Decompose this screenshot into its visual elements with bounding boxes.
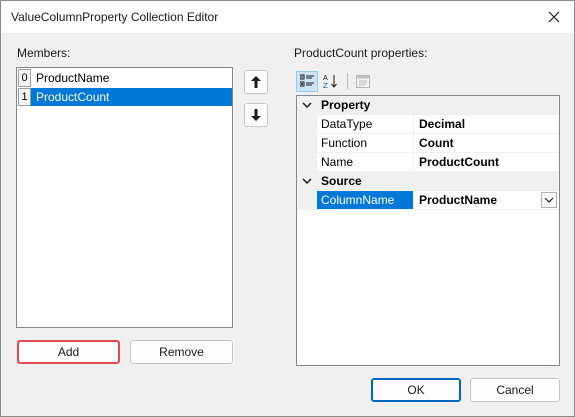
property-row-columnname[interactable]: ColumnName ProductName <box>297 191 559 210</box>
sort-alphabetical-icon: A Z <box>323 74 337 89</box>
svg-text:A: A <box>323 74 328 82</box>
arrow-up-icon <box>251 76 261 88</box>
category-label: Source <box>321 174 362 188</box>
property-value[interactable]: ProductCount <box>415 153 559 172</box>
property-name: Function <box>317 134 414 153</box>
close-button[interactable] <box>540 3 568 31</box>
value-dropdown-button[interactable] <box>541 192 557 208</box>
property-pages-button[interactable] <box>352 71 374 92</box>
ok-button[interactable]: OK <box>371 378 461 402</box>
property-row-datatype[interactable]: DataType Decimal <box>297 115 559 134</box>
category-row-source[interactable]: Source <box>297 172 559 191</box>
property-value[interactable]: Decimal <box>415 115 559 134</box>
row-gutter <box>297 115 317 134</box>
property-grid-toolbar: A Z <box>296 70 376 92</box>
list-item-index: 1 <box>18 88 31 106</box>
property-value[interactable]: ProductName <box>415 191 559 210</box>
arrow-down-icon <box>251 109 261 121</box>
row-gutter <box>297 134 317 153</box>
remove-button[interactable]: Remove <box>130 340 233 364</box>
chevron-down-icon[interactable] <box>301 175 313 187</box>
property-grid[interactable]: Property DataType Decimal Function Count… <box>296 95 560 366</box>
property-name: ColumnName <box>317 191 414 210</box>
categorized-icon <box>300 74 314 87</box>
list-item[interactable]: 0 ProductName <box>18 69 232 87</box>
chevron-down-icon <box>544 197 554 203</box>
categorized-button[interactable] <box>296 70 318 92</box>
move-down-button[interactable] <box>244 103 268 127</box>
title-bar: ValueColumnProperty Collection Editor <box>1 1 574 33</box>
property-row-function[interactable]: Function Count <box>297 134 559 153</box>
collection-editor-dialog: ValueColumnProperty Collection Editor Me… <box>0 0 575 417</box>
window-title: ValueColumnProperty Collection Editor <box>11 10 219 24</box>
category-label: Property <box>321 98 371 112</box>
svg-text:Z: Z <box>323 82 328 89</box>
chevron-down-icon[interactable] <box>301 99 313 111</box>
category-row-property[interactable]: Property <box>297 96 559 115</box>
cancel-button[interactable]: Cancel <box>470 378 560 402</box>
move-up-button[interactable] <box>244 70 268 94</box>
property-name: Name <box>317 153 414 172</box>
list-item-name: ProductName <box>36 71 110 85</box>
members-list[interactable]: 0 ProductName 1 ProductCount <box>16 67 233 328</box>
toolbar-separator <box>347 73 348 89</box>
close-icon <box>548 11 560 23</box>
property-pages-icon <box>356 74 370 88</box>
property-name: DataType <box>317 115 414 134</box>
property-value[interactable]: Count <box>415 134 559 153</box>
list-item[interactable]: 1 ProductCount <box>18 88 232 106</box>
add-button[interactable]: Add <box>17 340 120 364</box>
list-item-name: ProductCount <box>31 88 232 106</box>
members-label: Members: <box>17 46 71 60</box>
list-item-index: 0 <box>18 69 31 87</box>
row-gutter <box>297 153 317 172</box>
alphabetical-button[interactable]: A Z <box>320 71 342 92</box>
row-gutter <box>297 191 317 210</box>
property-row-name[interactable]: Name ProductCount <box>297 153 559 172</box>
properties-label: ProductCount properties: <box>294 46 428 60</box>
